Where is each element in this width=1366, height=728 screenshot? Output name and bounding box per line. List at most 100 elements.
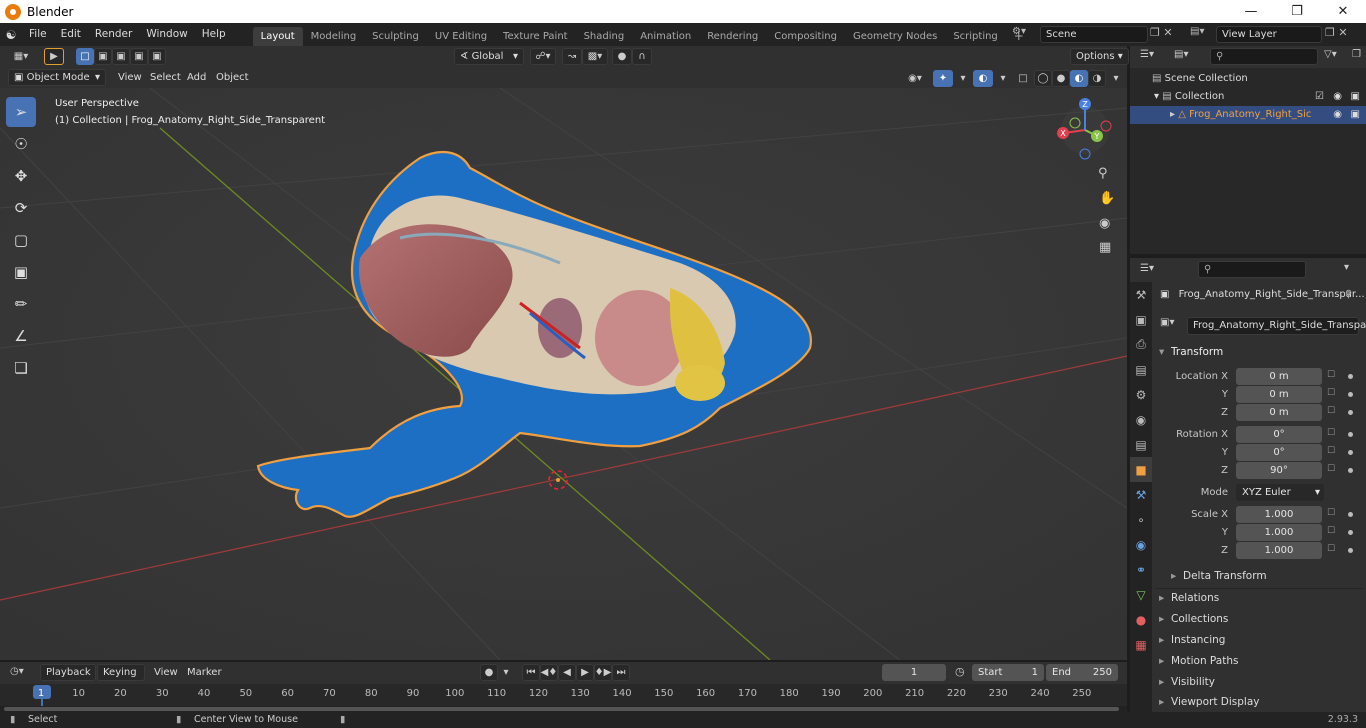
keying-set-dropdown-icon[interactable]: ▾ <box>498 664 514 681</box>
scene-tab-icon[interactable]: ⚙ <box>1130 382 1152 407</box>
keyframe-dot-icon[interactable] <box>1348 450 1353 455</box>
display-mode-icon[interactable]: ▤▾ <box>1174 49 1188 60</box>
pan-hand-icon[interactable]: ✋ <box>1099 191 1115 206</box>
viewport-menu-view[interactable]: View <box>118 72 142 83</box>
timeline-editor-icon[interactable]: ◷▾ <box>10 666 24 677</box>
outliner-search-input[interactable]: ⚲ <box>1210 48 1318 65</box>
viewport-menu-add[interactable]: Add <box>187 72 206 83</box>
collection-tab-icon[interactable]: ▤ <box>1130 432 1152 457</box>
new-scene-icon[interactable]: ❐ ✕ <box>1150 26 1173 39</box>
location-z-field[interactable]: 0 m <box>1236 404 1322 421</box>
scale-x-field[interactable]: 1.000 <box>1236 506 1322 523</box>
lock-icon[interactable]: ☐ <box>1327 446 1335 456</box>
new-view-layer-icon[interactable]: ❐ ✕ <box>1325 26 1348 39</box>
rotation-y-field[interactable]: 0° <box>1236 444 1322 461</box>
visibility-panel-header[interactable]: Visibility <box>1155 672 1363 693</box>
rendered-shading-icon[interactable]: ◑ <box>1088 70 1106 87</box>
wireframe-shading-icon[interactable]: ◯ <box>1034 70 1052 87</box>
modifier-tab-icon[interactable]: ⚒ <box>1130 482 1152 507</box>
playback-menu[interactable]: Playback▾ <box>40 664 96 694</box>
snap-target-icon[interactable]: ▩▾ <box>582 48 608 65</box>
timeline-menu-view[interactable]: View <box>154 667 178 678</box>
solid-shading-icon[interactable]: ● <box>1052 70 1070 87</box>
view-layer-field[interactable]: View Layer <box>1216 26 1322 43</box>
tab-texture-paint[interactable]: Texture Paint <box>495 27 576 46</box>
close-button[interactable]: ✕ <box>1320 0 1366 23</box>
tab-animation[interactable]: Animation <box>632 27 699 46</box>
tab-rendering[interactable]: Rendering <box>699 27 766 46</box>
keyframe-dot-icon[interactable] <box>1348 392 1353 397</box>
scene-icon[interactable]: ⚙▾ <box>1012 26 1038 43</box>
collections-panel-header[interactable]: Collections <box>1155 609 1363 630</box>
transform-tool-icon[interactable]: ▣ <box>6 257 36 287</box>
lock-icon[interactable]: ☐ <box>1327 388 1335 398</box>
texture-tab-icon[interactable]: ▦ <box>1130 632 1152 657</box>
tab-compositing[interactable]: Compositing <box>766 27 845 46</box>
options-dropdown[interactable]: Options ▾ <box>1070 48 1129 65</box>
outliner-row-scene-collection[interactable]: ▤ Scene Collection <box>1130 70 1366 88</box>
data-tab-icon[interactable]: ▽ <box>1130 582 1152 607</box>
shading-dropdown-icon[interactable]: ▾ <box>1106 70 1126 87</box>
proportional-falloff-icon[interactable]: ∩ <box>632 48 652 65</box>
gizmo-toggle-icon[interactable]: ✦ <box>933 70 953 87</box>
maximize-button[interactable]: ❐ <box>1274 0 1320 23</box>
particles-tab-icon[interactable]: ∘ <box>1130 507 1152 532</box>
select-mode-intersect-icon[interactable]: ▣ <box>148 48 166 65</box>
end-frame-field[interactable]: End 250 <box>1046 664 1118 681</box>
object-tab-icon[interactable]: ■ <box>1130 457 1152 482</box>
menu-window[interactable]: Window <box>139 23 194 46</box>
rotate-tool-icon[interactable]: ⟳ <box>6 193 36 223</box>
tab-sculpting[interactable]: Sculpting <box>364 27 427 46</box>
keyframe-dot-icon[interactable] <box>1348 468 1353 473</box>
keyframe-dot-icon[interactable] <box>1348 410 1353 415</box>
lock-icon[interactable]: ☐ <box>1327 544 1335 554</box>
include-checkbox-icon[interactable]: ☑ <box>1315 88 1324 106</box>
pin-icon[interactable]: ⚲ <box>1345 289 1352 300</box>
scale-y-field[interactable]: 1.000 <box>1236 524 1322 541</box>
next-keyframe-icon[interactable]: ♦▶ <box>594 664 612 681</box>
world-tab-icon[interactable]: ◉ <box>1130 407 1152 432</box>
keyframe-dot-icon[interactable] <box>1348 512 1353 517</box>
lock-icon[interactable]: ☐ <box>1327 526 1335 536</box>
outliner-row-frog-object[interactable]: ▸ △ Frog_Anatomy_Right_Sic ◉ ▣ <box>1130 106 1366 124</box>
view-layer-tab-icon[interactable]: ▤ <box>1130 357 1152 382</box>
xray-toggle-icon[interactable]: □ <box>1013 70 1033 87</box>
mode-dropdown[interactable]: ▣ Object Mode ▾ <box>8 69 106 86</box>
overlay-toggle-icon[interactable]: ◐ <box>973 70 993 87</box>
zoom-icon[interactable]: ⚲ <box>1098 166 1108 181</box>
keyframe-dot-icon[interactable] <box>1348 548 1353 553</box>
eye-icon[interactable]: ◉ <box>1333 106 1342 124</box>
menu-edit[interactable]: Edit <box>54 23 88 46</box>
keying-menu[interactable]: Keying▾ <box>97 664 145 694</box>
location-y-field[interactable]: 0 m <box>1236 386 1322 403</box>
render-tab-icon[interactable]: ▣ <box>1130 307 1152 332</box>
transform-orientation-dropdown[interactable]: ∢ Global ▾ <box>454 48 524 65</box>
instancing-panel-header[interactable]: Instancing <box>1155 630 1363 651</box>
properties-options-icon[interactable]: ▾ <box>1344 262 1349 273</box>
tab-uv-editing[interactable]: UV Editing <box>427 27 495 46</box>
lock-icon[interactable]: ☐ <box>1327 406 1335 416</box>
jump-end-icon[interactable]: ⏭ <box>612 664 630 681</box>
rotation-mode-dropdown[interactable]: XYZ Euler ▾ <box>1236 484 1324 501</box>
location-x-field[interactable]: 0 m <box>1236 368 1322 385</box>
timeline-menu-marker[interactable]: Marker <box>187 667 222 678</box>
add-cube-tool-icon[interactable]: ❏ <box>6 353 36 383</box>
select-mode-subtract-icon[interactable]: ▣ <box>112 48 130 65</box>
editor-type-icon[interactable]: ▦▾ <box>8 48 34 65</box>
properties-editor-icon[interactable]: ☰▾ <box>1140 263 1154 274</box>
material-preview-icon[interactable]: ◐ <box>1070 70 1088 87</box>
rotation-x-field[interactable]: 0° <box>1236 426 1322 443</box>
snap-toggle-icon[interactable]: ↝ <box>562 48 582 65</box>
eye-icon[interactable]: ◉ <box>1333 88 1342 106</box>
chevron-down-icon[interactable]: ▾ <box>1154 91 1162 102</box>
start-frame-field[interactable]: Start 1 <box>972 664 1044 681</box>
keyframe-dot-icon[interactable] <box>1348 530 1353 535</box>
object-name-field[interactable]: Frog_Anatomy_Right_Side_Transparent <box>1187 317 1366 335</box>
constraints-tab-icon[interactable]: ⚭ <box>1130 557 1152 582</box>
play-reverse-icon[interactable]: ◀ <box>558 664 576 681</box>
annotate-tool-icon[interactable]: ✏ <box>6 289 36 319</box>
tab-modeling[interactable]: Modeling <box>303 27 365 46</box>
tab-layout[interactable]: Layout <box>252 27 303 46</box>
rotation-z-field[interactable]: 90° <box>1236 462 1322 479</box>
relations-panel-header[interactable]: Relations <box>1155 588 1363 609</box>
